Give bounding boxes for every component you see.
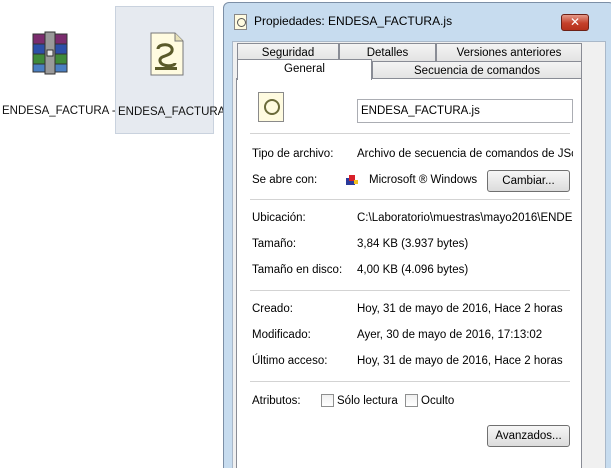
readonly-checkbox[interactable]: [321, 394, 334, 407]
winrar-archive-icon: [32, 31, 68, 75]
readonly-label: Sólo lectura: [337, 395, 398, 407]
size-on-disk-value: 4,00 KB (4.096 bytes): [357, 264, 469, 276]
file-type-icon: [258, 92, 284, 122]
window-title: Propiedades: ENDESA_FACTURA.js: [254, 14, 453, 28]
accessed-label: Último acceso:: [252, 355, 328, 367]
hidden-checkbox[interactable]: [405, 394, 418, 407]
file-type-label: Tipo de archivo:: [252, 148, 334, 160]
separator: [250, 199, 570, 200]
hidden-label: Oculto: [421, 395, 455, 407]
location-value: C:\Laboratorio\muestras\mayo2016\ENDESA: [357, 212, 573, 224]
opens-with-value: Microsoft ® Windows B: [369, 174, 480, 186]
modified-label: Modificado:: [252, 329, 311, 341]
size-value: 3,84 KB (3.937 bytes): [357, 238, 469, 250]
separator: [250, 381, 570, 382]
size-label: Tamaño:: [252, 238, 297, 250]
file-name-input[interactable]: [357, 99, 573, 123]
tab-general[interactable]: General: [237, 59, 372, 80]
script-file-icon: [234, 14, 247, 30]
desktop-icon-zip[interactable]: ENDESA_FACTURA - 1.zip: [0, 6, 144, 134]
attributes-label: Atributos:: [252, 395, 301, 407]
separator: [250, 290, 570, 291]
created-label: Creado:: [252, 303, 293, 315]
file-type-value: Archivo de secuencia de comandos de JScr…: [357, 148, 573, 160]
tab-versiones-anteriores[interactable]: Versiones anteriores: [436, 43, 582, 63]
desktop-icon-label: ENDESA_FACTURA - 1.zip: [2, 105, 144, 117]
desktop-icon-js[interactable]: ENDESA_FACTURA.js: [115, 6, 237, 134]
windows-script-host-icon: [346, 175, 358, 185]
accessed-value: Hoy, 31 de mayo de 2016, Hace 2 horas: [357, 355, 563, 367]
close-button[interactable]: ✕: [561, 14, 589, 31]
created-value: Hoy, 31 de mayo de 2016, Hace 2 horas: [357, 303, 563, 315]
desktop-icon-label: ENDESA_FACTURA.js: [118, 106, 237, 118]
script-file-icon: [150, 32, 184, 76]
size-on-disk-label: Tamaño en disco:: [252, 264, 343, 276]
location-label: Ubicación:: [252, 212, 306, 224]
separator: [250, 133, 570, 134]
title-bar[interactable]: Propiedades: ENDESA_FACTURA.js ✕: [224, 3, 611, 35]
opens-with-label: Se abre con:: [252, 174, 318, 186]
modified-value: Ayer, 30 de mayo de 2016, 17:13:02: [357, 329, 543, 341]
advanced-button[interactable]: Avanzados...: [487, 425, 570, 447]
change-button[interactable]: Cambiar...: [487, 170, 570, 192]
